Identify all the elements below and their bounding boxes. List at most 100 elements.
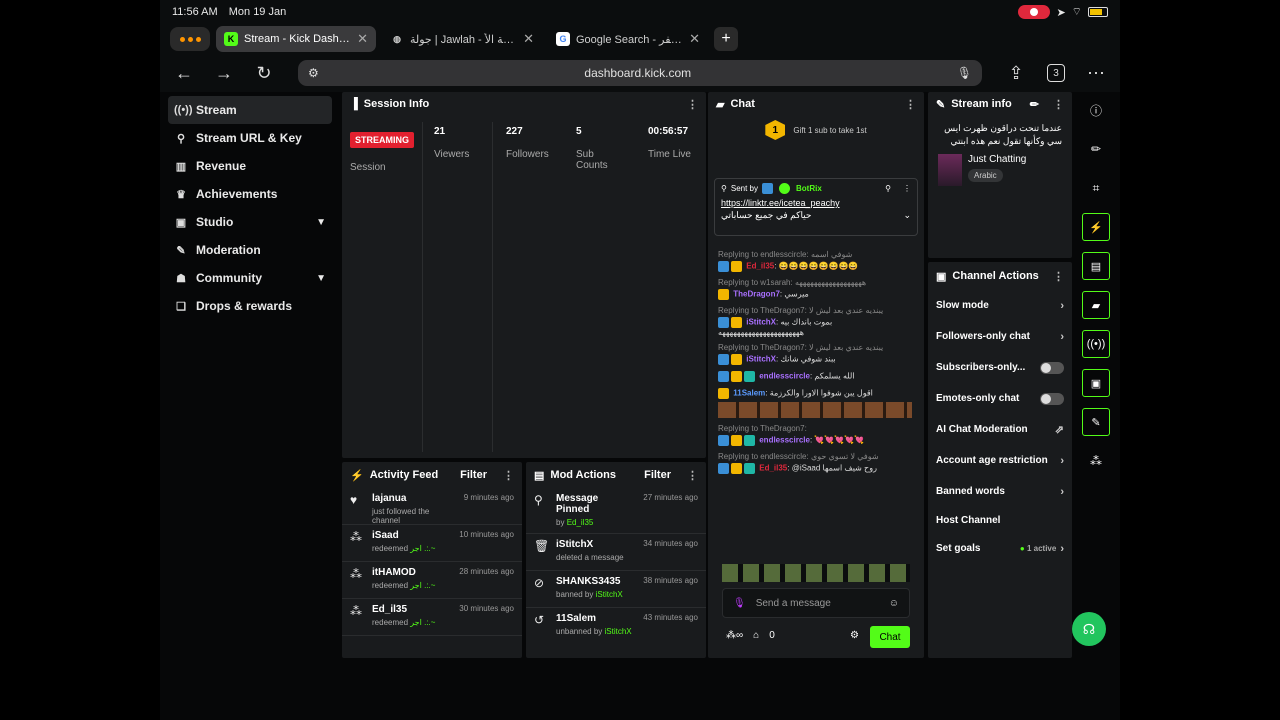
subscribers-only-toggle[interactable] [1040,361,1064,374]
chat-messages: Replying to endlesscircle: شوفي اسمه Ed_… [718,250,912,480]
chevron-right-icon: › [1060,330,1064,343]
chat-message: endlesscircle: الله يسلمكم [718,371,912,382]
close-tab-icon[interactable]: ✕ [689,31,700,47]
trash-icon: 🗑 [534,539,550,553]
site-settings-icon[interactable]: ⚙ [308,66,319,80]
mod-badge-icon [762,183,773,194]
address-field[interactable]: ⚙ dashboard.kick.com 🎙 [298,60,982,86]
wifi-icon: ⌔ [1071,6,1082,18]
more-menu-button[interactable]: ⋯ [1080,59,1112,87]
chat-message: Replying to TheDragon7: endlesscircle: 💘… [718,424,865,446]
kebab-menu-icon[interactable]: ⋮ [687,469,698,482]
channel-points-icon[interactable]: ⁂∞ [726,630,743,641]
gift-leaderboard[interactable]: 1 Gift 1 sub to take 1st [708,120,924,140]
chart-icon: ▥ [175,160,187,173]
edit-icon[interactable]: ✏ [1030,98,1039,111]
sidebar-item-drops-rewards[interactable]: ❏ Drops & rewards [168,292,332,320]
category-thumbnail[interactable] [938,154,962,186]
tab-google-search[interactable]: G Google Search - ح اصفر ✕ [548,26,708,52]
wrench-icon[interactable]: ✎ [1082,408,1110,436]
kebab-menu-icon[interactable]: ⋮ [1053,98,1064,111]
microphone-icon[interactable]: 🎙 [733,598,746,609]
chat-bubble-icon[interactable]: ▰ [1082,291,1110,319]
clock-date: Mon 19 Jan [228,6,287,18]
tab-kick-dashboard[interactable]: K Stream - Kick Dashboard ✕ [216,26,376,52]
pinned-link[interactable]: https://linktr.ee/icetea_peachy [721,198,911,208]
channel-actions-icon[interactable]: ▣ [1082,369,1110,397]
document-icon[interactable]: ▤ [1082,252,1110,280]
stat-time-live: 00:56:57 Time Live [648,126,691,160]
set-goals-row[interactable]: Set goals ● 1 active › [928,533,1072,564]
chat-bubble-icon: ▰ [716,98,725,111]
edit-icon[interactable]: ✏ [1082,135,1110,163]
right-tool-rail: ⓘ ✏ ⌗ ⚡ ▤ ▰ ((•)) ▣ ✎ ⁂ [1078,96,1114,486]
emote-row [718,402,912,418]
ai-chat-moderation-row[interactable]: AI Chat Moderation ⇗ [928,414,1072,445]
sidebar-item-revenue[interactable]: ▥ Revenue [168,152,332,180]
google-favicon-icon: G [556,32,570,46]
sidebar-item-studio[interactable]: ▣ Studio ▼ [168,208,332,236]
tab-jawlah[interactable]: ◍ جولة | Jawlah - منصة الأ ✕ [382,26,542,52]
sidebar-item-community[interactable]: ☗ Community ▼ [168,264,332,292]
kebab-menu-icon[interactable]: ⋮ [503,469,514,482]
sidebar-item-achievements[interactable]: ♛ Achievements [168,180,332,208]
chat-input[interactable]: 🎙 Send a message ☺ [722,588,910,618]
emoji-icon[interactable]: ☺ [889,598,899,609]
kebab-menu-icon[interactable]: ⋮ [905,98,916,111]
microphone-icon[interactable]: 🎙 [957,66,972,80]
points-icon[interactable]: ⁂ [1082,447,1110,475]
back-button[interactable]: ← [168,59,200,87]
points-icon: ⁂ [350,530,362,544]
stream-title: عندما تنحت دراقون ظهرت ايس سي وكأنها تقو… [944,123,1062,146]
slow-mode-row[interactable]: Slow mode › [928,290,1072,321]
sidebar-nav: ((•)) Stream ⚲ Stream URL & Key ▥ Revenue ♛… [168,96,332,320]
send-chat-button[interactable]: Chat [870,626,910,648]
emotes-only-row: Emotes-only chat [928,383,1072,414]
broadcast-icon[interactable]: ((•)) [1082,330,1110,358]
close-tab-icon[interactable]: ✕ [523,31,534,47]
chat-message: Replying to endlesscircle: شوفي اسمه Ed_… [718,250,859,272]
recent-emotes-row[interactable] [722,564,910,582]
banned-words-row[interactable]: Banned words › [928,476,1072,507]
kebab-menu-icon[interactable]: ⋮ [1053,270,1064,283]
info-icon[interactable]: ⓘ [1082,96,1110,124]
kebab-menu-icon[interactable]: ⋮ [903,184,911,193]
store-icon[interactable]: ⌂ [753,630,759,641]
pin-icon: ⚲ [534,493,543,507]
new-tab-button[interactable]: + [714,27,738,51]
sidebar-item-moderation[interactable]: ✎ Moderation [168,236,332,264]
reload-button[interactable]: ↻ [248,59,280,87]
support-chat-button[interactable]: ☊ [1072,612,1106,646]
document-icon: ▤ [534,469,545,482]
ban-icon: ⊘ [534,576,545,590]
lightning-icon[interactable]: ⚡ [1082,213,1110,241]
mod-actions-panel: ▤ Mod Actions Filter ⋮ ⚲ Message Pinned b… [526,462,706,658]
tab-overview-button[interactable]: 3 [1040,59,1072,87]
chat-message: Replying to TheDragon7: يبنديه عندي بعد … [718,306,884,337]
sidebar-item-stream-url-key[interactable]: ⚲ Stream URL & Key [168,124,332,152]
category-name[interactable]: Just Chatting [968,154,1026,165]
pin-icon: ⚲ [721,184,727,193]
tab-title: جولة | Jawlah - منصة الأ [410,33,517,46]
chat-settings-icon[interactable]: ⚙ [850,630,859,641]
kebab-menu-icon[interactable]: ⋮ [687,98,698,111]
account-age-row[interactable]: Account age restriction › [928,445,1072,476]
followers-only-row[interactable]: Followers-only chat › [928,321,1072,352]
clock-time: 11:56 AM [172,6,218,18]
filter-button[interactable]: Filter [644,469,671,481]
stat-followers: 227 Followers [506,126,549,160]
screenshot-icon[interactable]: ⌗ [1082,174,1110,202]
stream-info-panel: ✎ Stream info ✏ ⋮ عندما تنحت دراقون ظهرت… [928,92,1072,258]
points-count: 0 [769,630,775,641]
filter-button[interactable]: Filter [460,469,487,481]
unpin-icon[interactable]: ⚲ [885,184,891,193]
chat-message: Replying to TheDragon7: يبنديه عندي بعد … [718,343,884,365]
host-channel-row[interactable]: Host Channel [928,507,1072,533]
sidebar-item-stream[interactable]: ((•)) Stream [168,96,332,124]
window-menu-button[interactable] [170,27,210,51]
chevron-down-icon[interactable]: ⌄ [903,210,911,221]
share-button[interactable]: ⇪ [1000,59,1032,87]
forward-button[interactable]: → [208,59,240,87]
close-tab-icon[interactable]: ✕ [357,31,368,47]
emotes-only-toggle[interactable] [1040,392,1064,405]
